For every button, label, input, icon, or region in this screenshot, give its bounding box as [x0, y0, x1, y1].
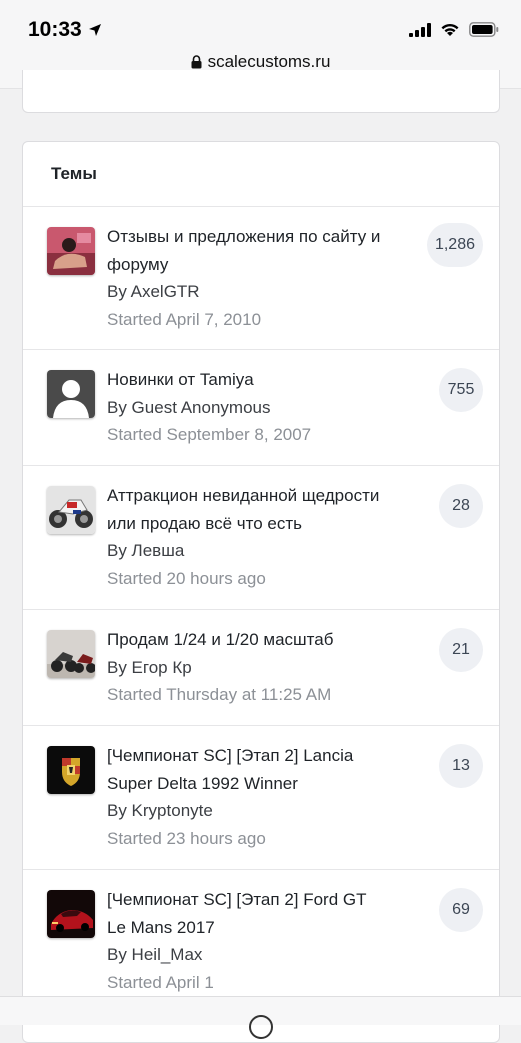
reply-count-badge: 21 [439, 628, 483, 672]
topic-started-date: Started 20 hours ago [107, 568, 266, 588]
address-bar[interactable]: scalecustoms.ru [0, 52, 521, 72]
topic-title-line[interactable]: Отзывы и предложения по сайту и [107, 223, 427, 251]
topic-started-date: Started April 1 [107, 972, 214, 992]
reply-count-badge: 755 [439, 368, 483, 412]
red-car-photo-avatar[interactable] [47, 890, 95, 938]
topic-title-link[interactable]: [Чемпионат SC] [Этап 2] Lancia Super Del… [107, 742, 427, 797]
status-time: 10:33 [28, 18, 102, 42]
topic-started-date: Started 23 hours ago [107, 828, 266, 848]
porsche-crest-avatar[interactable] [47, 746, 95, 794]
reply-count-badge: 1,286 [426, 223, 483, 267]
wifi-icon [441, 23, 459, 36]
lock-icon [191, 55, 202, 69]
topic-item[interactable]: [Чемпионат SC] [Этап 2] Lancia Super Del… [23, 726, 499, 870]
cellular-signal-icon [409, 22, 431, 37]
topic-item[interactable]: Продам 1/24 и 1/20 масштаб By Егор Кр St… [23, 610, 499, 726]
topic-text: Отзывы и предложения по сайту и форуму B… [107, 223, 427, 333]
topic-title-link[interactable]: [Чемпионат SC] [Этап 2] Ford GT Le Mans … [107, 886, 427, 941]
topic-author[interactable]: By Kryptonyte [107, 797, 427, 825]
topic-title-link[interactable]: Аттракцион невиданной щедрости или прода… [107, 482, 427, 537]
location-arrow-icon [88, 24, 101, 36]
topics-widget: Темы Отзывы и предложения по сайту и фор… [22, 141, 500, 1043]
battery-icon [469, 22, 499, 37]
topic-title-line[interactable]: Аттракцион невиданной щедрости [107, 482, 427, 510]
reply-count-badge: 13 [439, 744, 483, 788]
topic-text: [Чемпионат SC] [Этап 2] Lancia Super Del… [107, 742, 427, 852]
previous-card [22, 70, 500, 113]
person-photo-avatar[interactable] [47, 227, 95, 275]
topic-title-line[interactable]: Продам 1/24 и 1/20 масштаб [107, 626, 427, 654]
topic-item[interactable]: Отзывы и предложения по сайту и форуму B… [23, 207, 499, 350]
topic-text: [Чемпионат SC] [Этап 2] Ford GT Le Mans … [107, 886, 427, 996]
topic-started-date: Started Thursday at 11:25 AM [107, 685, 332, 704]
topic-text: Новинки от Tamiya By Guest Anonymous Sta… [107, 366, 427, 449]
topic-title-line[interactable]: [Чемпионат SC] [Этап 2] Lancia [107, 742, 427, 770]
motorcycle-photo-avatar[interactable] [47, 486, 95, 534]
topic-started-date: Started April 7, 2010 [107, 309, 262, 329]
url-text: scalecustoms.ru [207, 52, 331, 71]
reply-count-badge: 69 [439, 888, 483, 932]
topic-item[interactable]: Аттракцион невиданной щедрости или прода… [23, 466, 499, 610]
topic-author[interactable]: By Егор Кр [107, 654, 427, 682]
topics-heading: Темы [23, 142, 499, 207]
motorcycles-photo-avatar[interactable] [47, 630, 95, 678]
topic-title-link[interactable]: Отзывы и предложения по сайту и форуму [107, 223, 427, 278]
topic-author[interactable]: By Heil_Max [107, 941, 427, 969]
reply-count-badge: 28 [439, 484, 483, 528]
topic-item[interactable]: Новинки от Tamiya By Guest Anonymous Sta… [23, 350, 499, 466]
topic-title-link[interactable]: Новинки от Tamiya [107, 366, 427, 394]
browser-toolbar [0, 996, 521, 1039]
time-text: 10:33 [28, 18, 82, 41]
topic-title-line[interactable]: Super Delta 1992 Winner [107, 770, 427, 798]
topic-author[interactable]: By Левша [107, 537, 427, 565]
topic-title-line[interactable]: Новинки от Tamiya [107, 366, 427, 394]
topic-title-line[interactable]: форуму [107, 251, 427, 279]
status-icons [409, 22, 499, 37]
topic-text: Аттракцион невиданной щедрости или прода… [107, 482, 427, 592]
topic-started-date: Started September 8, 2007 [107, 425, 312, 444]
topic-title-line[interactable]: Le Mans 2017 [107, 914, 427, 942]
topic-title-line[interactable]: [Чемпионат SC] [Этап 2] Ford GT [107, 886, 427, 914]
topic-author[interactable]: By Guest Anonymous [107, 394, 427, 422]
topic-title-line[interactable]: или продаю всё что есть [107, 510, 427, 538]
topic-author[interactable]: By AxelGTR [107, 278, 427, 306]
topic-text: Продам 1/24 и 1/20 масштаб By Егор Кр St… [107, 626, 427, 709]
topic-title-link[interactable]: Продам 1/24 и 1/20 масштаб [107, 626, 427, 654]
compass-icon[interactable] [246, 1011, 276, 1039]
topic-item[interactable]: [Чемпионат SC] [Этап 2] Ford GT Le Mans … [23, 870, 499, 1013]
default-user-avatar[interactable] [47, 370, 95, 418]
